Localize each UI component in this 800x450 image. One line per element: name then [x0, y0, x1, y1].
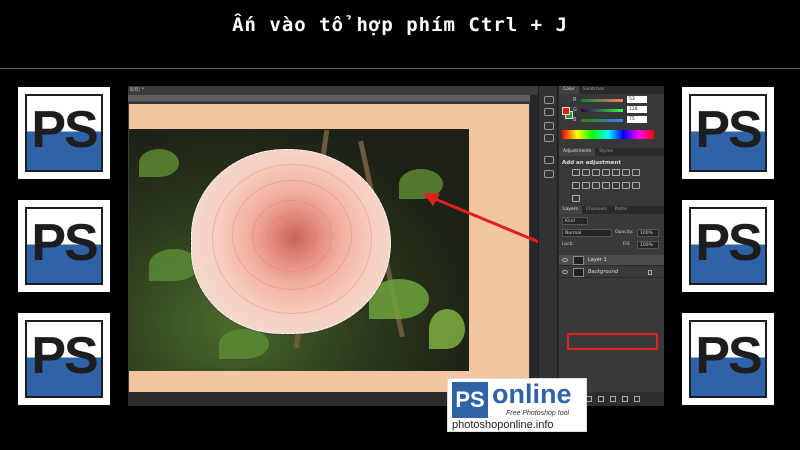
invert-icon[interactable] — [602, 182, 610, 189]
vibrance-icon[interactable] — [612, 169, 620, 176]
posterize-icon[interactable] — [612, 182, 620, 189]
color-spectrum[interactable] — [562, 130, 654, 139]
g-slider[interactable] — [581, 109, 623, 112]
gradient-map-icon[interactable] — [632, 182, 640, 189]
tab-layers[interactable]: Layers — [559, 206, 582, 214]
watermark-tagline: Free Photoshop tool — [506, 410, 570, 417]
adjustment-layer-icon[interactable] — [598, 396, 604, 402]
color-row-g: G 128 — [559, 106, 664, 115]
new-layer-icon[interactable] — [622, 396, 628, 402]
tab-swatches[interactable]: Swatches — [579, 86, 609, 94]
levels-icon[interactable] — [582, 169, 590, 176]
color-row-r: R 53 — [559, 96, 664, 105]
add-adjustment-label: Add an adjustment — [562, 160, 621, 166]
curves-icon[interactable] — [592, 169, 600, 176]
layer-1-highlight-box — [567, 333, 658, 350]
layers-panel-tabs: Layers Channels Paths — [559, 206, 664, 214]
photo-filter-icon[interactable] — [582, 182, 590, 189]
layer-row-background[interactable]: Background — [559, 267, 664, 278]
visibility-eye-icon[interactable] — [562, 270, 568, 274]
tab-adjustments[interactable]: Adjustments — [559, 148, 596, 156]
lock-icon — [648, 270, 652, 275]
b-slider[interactable] — [581, 119, 623, 122]
color-balance-icon[interactable] — [632, 169, 640, 176]
photoshoponline-watermark: PS online Free Photoshop tool photoshopo… — [447, 378, 587, 432]
adjustment-icons — [571, 168, 643, 207]
brightness-icon[interactable] — [572, 169, 580, 176]
opacity-field[interactable]: 100% — [637, 229, 659, 237]
fill-field[interactable]: 100% — [637, 241, 659, 249]
exposure-icon[interactable] — [602, 169, 610, 176]
threshold-icon[interactable] — [622, 182, 630, 189]
history-icon[interactable] — [544, 96, 554, 104]
video-title: Ấn vào tổ hợp phím Ctrl + J — [232, 14, 568, 36]
character-icon[interactable] — [544, 156, 554, 164]
layer-thumbnail — [573, 268, 584, 277]
title-divider — [0, 68, 800, 69]
channel-mixer-icon[interactable] — [592, 182, 600, 189]
lock-label: Lock: — [562, 242, 574, 247]
watermark-url: photoshoponline.info — [452, 419, 554, 431]
photoshop-window: 8/8) * Color Swatches R 53 G 128 B 75 Ad… — [128, 86, 664, 406]
trash-icon[interactable] — [634, 396, 640, 402]
r-value-field[interactable]: 53 — [627, 96, 647, 103]
tools-strip — [538, 86, 558, 406]
color-row-b: B 75 — [559, 116, 664, 125]
ps-logo-right-3: PS — [682, 313, 774, 405]
ps-logo-left-1: PS — [18, 87, 110, 179]
ps-logo-right-2: PS — [682, 200, 774, 292]
layer-row-layer-1[interactable]: Layer 1 — [559, 255, 664, 266]
folder-icon[interactable] — [610, 396, 616, 402]
layer-filter-kind[interactable]: Kind — [562, 217, 588, 225]
tab-styles[interactable]: Styles — [595, 148, 617, 156]
actions-icon[interactable] — [544, 108, 554, 116]
selective-color-icon[interactable] — [572, 195, 580, 202]
watermark-ps-logo: PS — [452, 382, 488, 418]
tab-paths[interactable]: Paths — [611, 206, 631, 214]
tab-channels[interactable]: Channels — [582, 206, 611, 214]
paragraph-icon[interactable] — [544, 170, 554, 178]
r-slider[interactable] — [581, 99, 623, 102]
panels-column: Color Swatches R 53 G 128 B 75 Adjustmen… — [559, 86, 664, 406]
opacity-label: Opacity: — [615, 230, 634, 235]
g-value-field[interactable]: 128 — [627, 106, 647, 113]
layer-thumbnail — [573, 256, 584, 265]
color-panel-tabs: Color Swatches — [559, 86, 664, 94]
ps-logo-left-3: PS — [18, 313, 110, 405]
foreground-color-swatch[interactable] — [562, 107, 570, 115]
layer-name: Background — [588, 269, 618, 275]
brush-icon[interactable] — [544, 122, 554, 130]
visibility-eye-icon[interactable] — [562, 258, 568, 262]
clone-icon[interactable] — [544, 134, 554, 142]
fill-label: Fill: — [623, 242, 631, 247]
black-white-icon[interactable] — [572, 182, 580, 189]
tab-color[interactable]: Color — [559, 86, 579, 94]
layer-name: Layer 1 — [588, 257, 607, 263]
ps-logo-left-2: PS — [18, 200, 110, 292]
blend-mode-select[interactable]: Normal — [562, 229, 612, 237]
b-value-field[interactable]: 75 — [627, 116, 647, 123]
hue-saturation-icon[interactable] — [622, 169, 630, 176]
watermark-brand: online — [492, 379, 572, 409]
ps-logo-right-1: PS — [682, 87, 774, 179]
adjustments-panel-tabs: Adjustments Styles — [559, 148, 664, 156]
color-panel: R 53 G 128 B 75 — [559, 94, 664, 128]
layers-panel: Layers Channels Paths Kind Normal Opacit… — [559, 206, 664, 406]
